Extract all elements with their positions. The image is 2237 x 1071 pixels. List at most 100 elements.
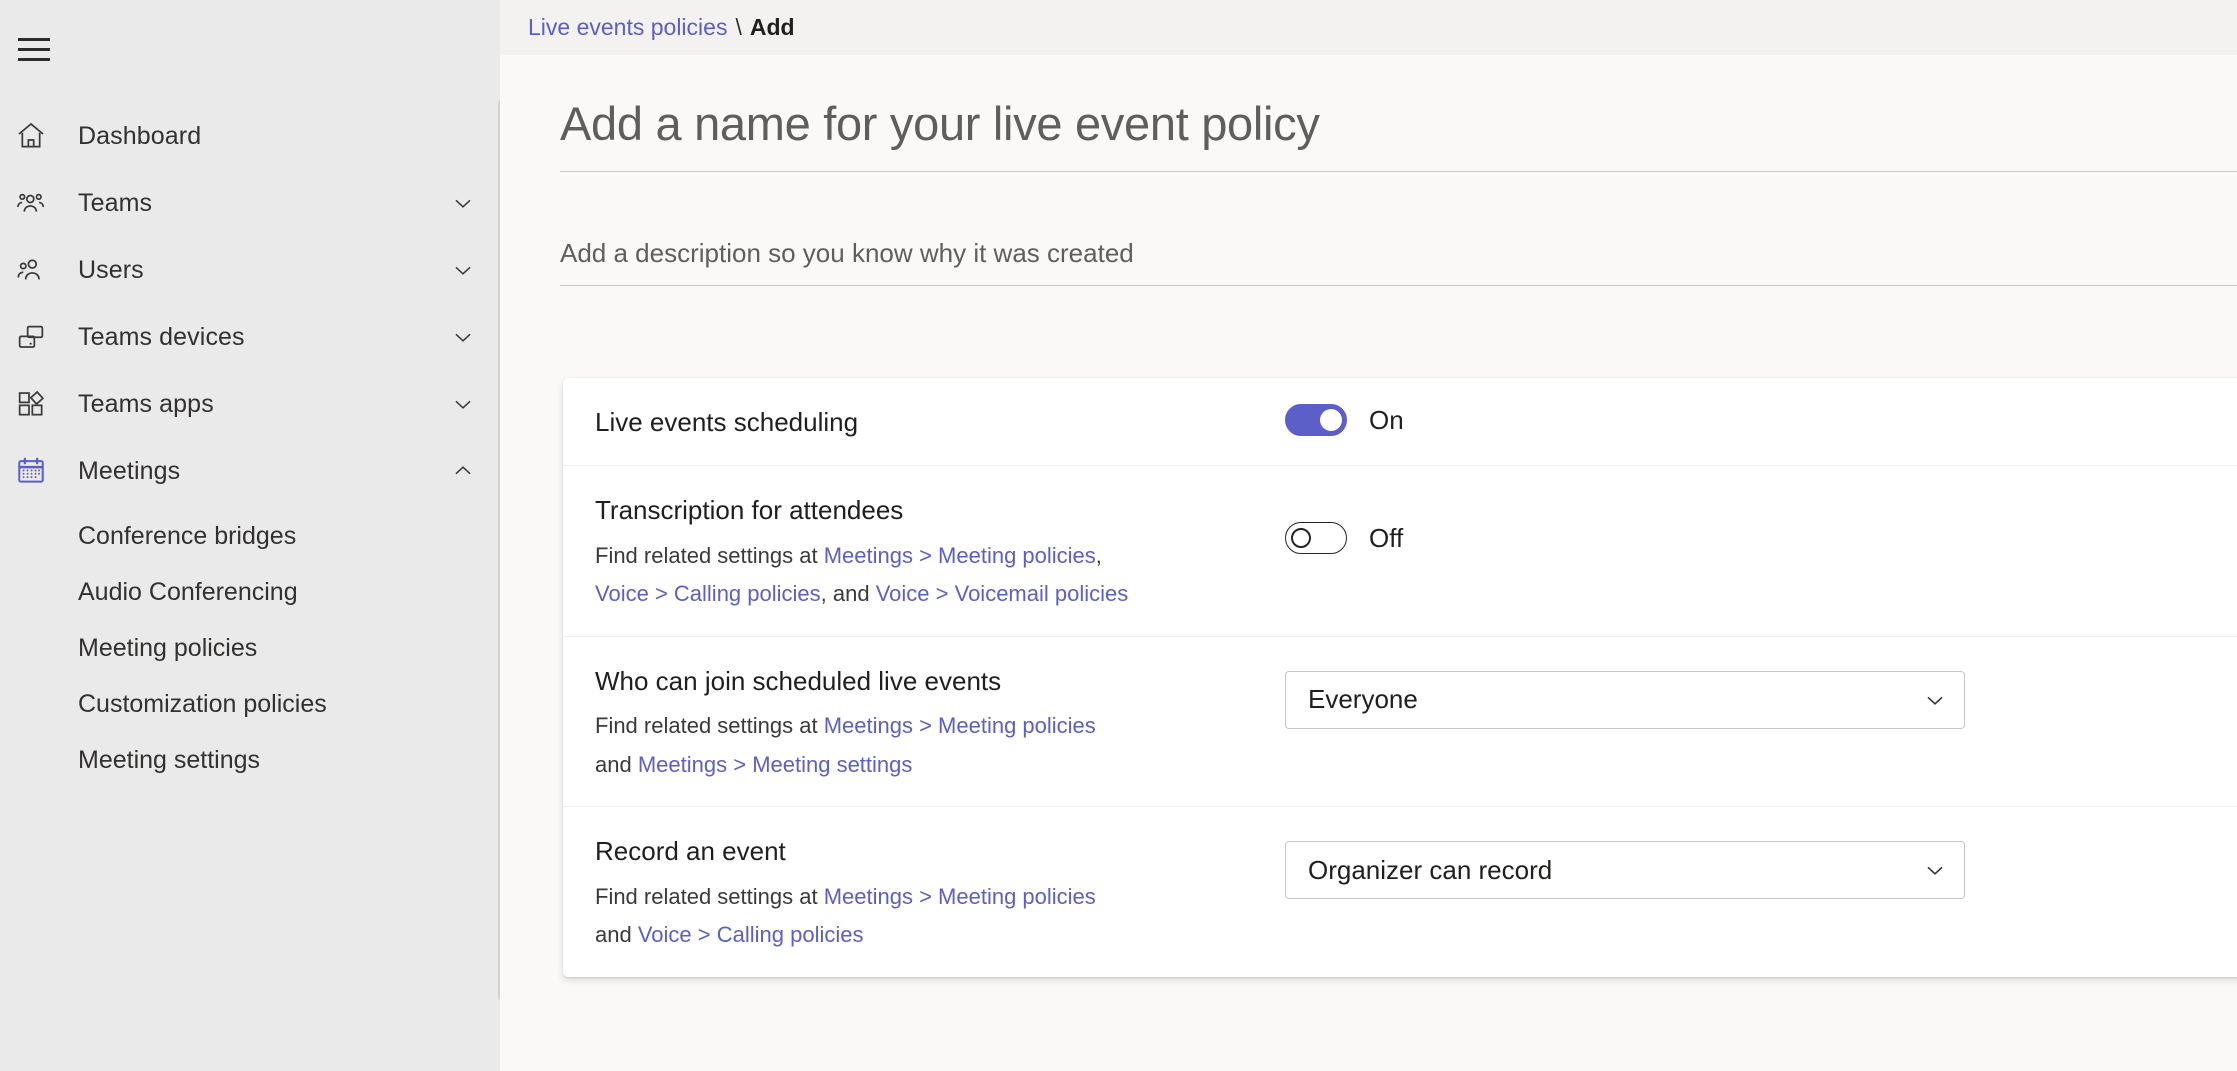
link-meeting-policies[interactable]: Meeting policies [938, 713, 1096, 738]
description-input[interactable]: Add a description so you know why it was… [560, 238, 2237, 285]
setting-row-live-events-scheduling: Live events scheduling On [563, 378, 2237, 466]
link-meetings[interactable]: Meetings [638, 752, 727, 777]
setting-row-record-an-event: Record an event Find related settings at… [563, 807, 2237, 977]
record-an-event-dropdown[interactable]: Organizer can record [1285, 841, 1965, 899]
main-content: Live events policies \ Add Add a name fo… [500, 0, 2237, 1071]
link-meeting-policies[interactable]: Meeting policies [938, 543, 1096, 568]
sidebar-subitem-label: Meeting policies [78, 634, 257, 663]
setting-label-group: Live events scheduling [595, 378, 1285, 461]
chevron-down-icon [1922, 857, 1948, 883]
sidebar-item-teams-devices[interactable]: Teams devices [0, 313, 500, 361]
breadcrumb-separator: \ [735, 14, 741, 41]
teams-people-icon [14, 186, 48, 220]
setting-control-group: Everyone [1285, 637, 2237, 729]
setting-label-group: Who can join scheduled live events Find … [595, 637, 1285, 807]
setting-title: Who can join scheduled live events [595, 665, 1285, 698]
apps-icon [14, 387, 48, 421]
sidebar-item-label: Users [78, 256, 144, 285]
chevron-down-icon[interactable] [450, 257, 476, 283]
sidebar-subitem-label: Conference bridges [78, 522, 296, 551]
page-body: Add a name for your live event policy Ad… [500, 55, 2237, 977]
link-meeting-policies[interactable]: Meeting policies [938, 884, 1096, 909]
toggle-state-label: Off [1369, 523, 1403, 554]
sidebar-item-users[interactable]: Users [0, 246, 500, 294]
help-comma: , [1096, 543, 1102, 568]
link-meetings[interactable]: Meetings [824, 543, 913, 568]
chevron-up-icon[interactable] [450, 458, 476, 484]
link-voice[interactable]: Voice [595, 581, 649, 606]
hamburger-icon[interactable] [10, 30, 58, 68]
setting-title: Record an event [595, 835, 1285, 868]
toggle-knob [1291, 528, 1311, 548]
setting-control-group: On [1285, 378, 2237, 436]
link-voicemail-policies[interactable]: Voicemail policies [955, 581, 1129, 606]
link-voice[interactable]: Voice [876, 581, 930, 606]
user-icon [14, 253, 48, 287]
dropdown-selected-value: Organizer can record [1308, 855, 1922, 886]
sidebar-item-audio-conferencing[interactable]: Audio Conferencing [0, 570, 500, 614]
live-events-scheduling-toggle[interactable] [1285, 404, 1347, 436]
hamburger-bar [18, 38, 50, 41]
sidebar-item-label: Teams [78, 189, 152, 218]
sidebar-item-label: Dashboard [78, 122, 201, 151]
setting-title: Transcription for attendees [595, 494, 1285, 527]
help-prefix: Find related settings at [595, 713, 824, 738]
description-field[interactable]: Add a description so you know why it was… [560, 238, 2237, 286]
chevron-down-icon[interactable] [450, 190, 476, 216]
teams-admin-center-page: Dashboard Teams [0, 0, 2237, 1071]
setting-control-group: Organizer can record [1285, 807, 2237, 899]
transcription-for-attendees-toggle[interactable] [1285, 522, 1347, 554]
setting-help-text: Find related settings at Meetings > Meet… [595, 537, 1285, 614]
settings-card: Live events scheduling On Transcription … [563, 378, 2237, 977]
chevron-down-icon[interactable] [450, 391, 476, 417]
description-underline [560, 285, 2237, 286]
link-voice[interactable]: Voice [638, 922, 692, 947]
sidebar-item-meetings[interactable]: Meetings [0, 447, 500, 495]
setting-help-text: Find related settings at Meetings > Meet… [595, 707, 1285, 784]
title-underline [560, 171, 2237, 172]
sidebar-item-meeting-policies[interactable]: Meeting policies [0, 626, 500, 670]
dropdown-selected-value: Everyone [1308, 684, 1922, 715]
sidebar-item-label: Meetings [78, 457, 180, 486]
chevron-down-icon [1922, 687, 1948, 713]
link-meeting-settings[interactable]: Meeting settings [752, 752, 912, 777]
breadcrumb-current: Add [750, 14, 795, 41]
link-calling-policies[interactable]: Calling policies [717, 922, 864, 947]
link-meetings[interactable]: Meetings [824, 713, 913, 738]
who-can-join-dropdown[interactable]: Everyone [1285, 671, 1965, 729]
sidebar-item-teams-apps[interactable]: Teams apps [0, 380, 500, 428]
setting-title: Live events scheduling [595, 406, 1285, 439]
help-and: , and [821, 581, 876, 606]
sidebar-item-label: Teams apps [78, 390, 214, 419]
setting-help-text: Find related settings at Meetings > Meet… [595, 878, 1285, 955]
devices-icon [14, 320, 48, 354]
help-and: and [595, 922, 638, 947]
sidebar-item-dashboard[interactable]: Dashboard [0, 112, 500, 160]
setting-row-who-can-join-scheduled-live-events: Who can join scheduled live events Find … [563, 637, 2237, 808]
help-prefix: Find related settings at [595, 543, 824, 568]
sidebar-item-label: Teams devices [78, 323, 245, 352]
sidebar-nav: Dashboard Teams [0, 112, 500, 794]
sidebar-item-customization-policies[interactable]: Customization policies [0, 682, 500, 726]
link-meetings[interactable]: Meetings [824, 884, 913, 909]
hamburger-bar [18, 48, 50, 51]
sidebar-subitem-label: Audio Conferencing [78, 578, 298, 607]
toggle-state-label: On [1369, 405, 1404, 436]
link-calling-policies[interactable]: Calling policies [674, 581, 821, 606]
chevron-down-icon[interactable] [450, 324, 476, 350]
sidebar: Dashboard Teams [0, 0, 500, 1071]
sidebar-item-teams[interactable]: Teams [0, 179, 500, 227]
breadcrumb-link-live-events-policies[interactable]: Live events policies [528, 14, 727, 41]
setting-control-group: Off [1285, 466, 2237, 554]
help-prefix: Find related settings at [595, 884, 824, 909]
breadcrumb: Live events policies \ Add [500, 0, 2237, 55]
sidebar-item-meeting-settings[interactable]: Meeting settings [0, 738, 500, 782]
setting-label-group: Transcription for attendees Find related… [595, 466, 1285, 636]
home-icon [14, 119, 48, 153]
hamburger-bar [18, 58, 50, 61]
help-and: and [595, 752, 638, 777]
toggle-knob [1320, 409, 1342, 431]
page-title: Add a name for your live event policy [560, 55, 2237, 151]
sidebar-subitem-label: Customization policies [78, 690, 327, 719]
sidebar-item-conference-bridges[interactable]: Conference bridges [0, 514, 500, 558]
